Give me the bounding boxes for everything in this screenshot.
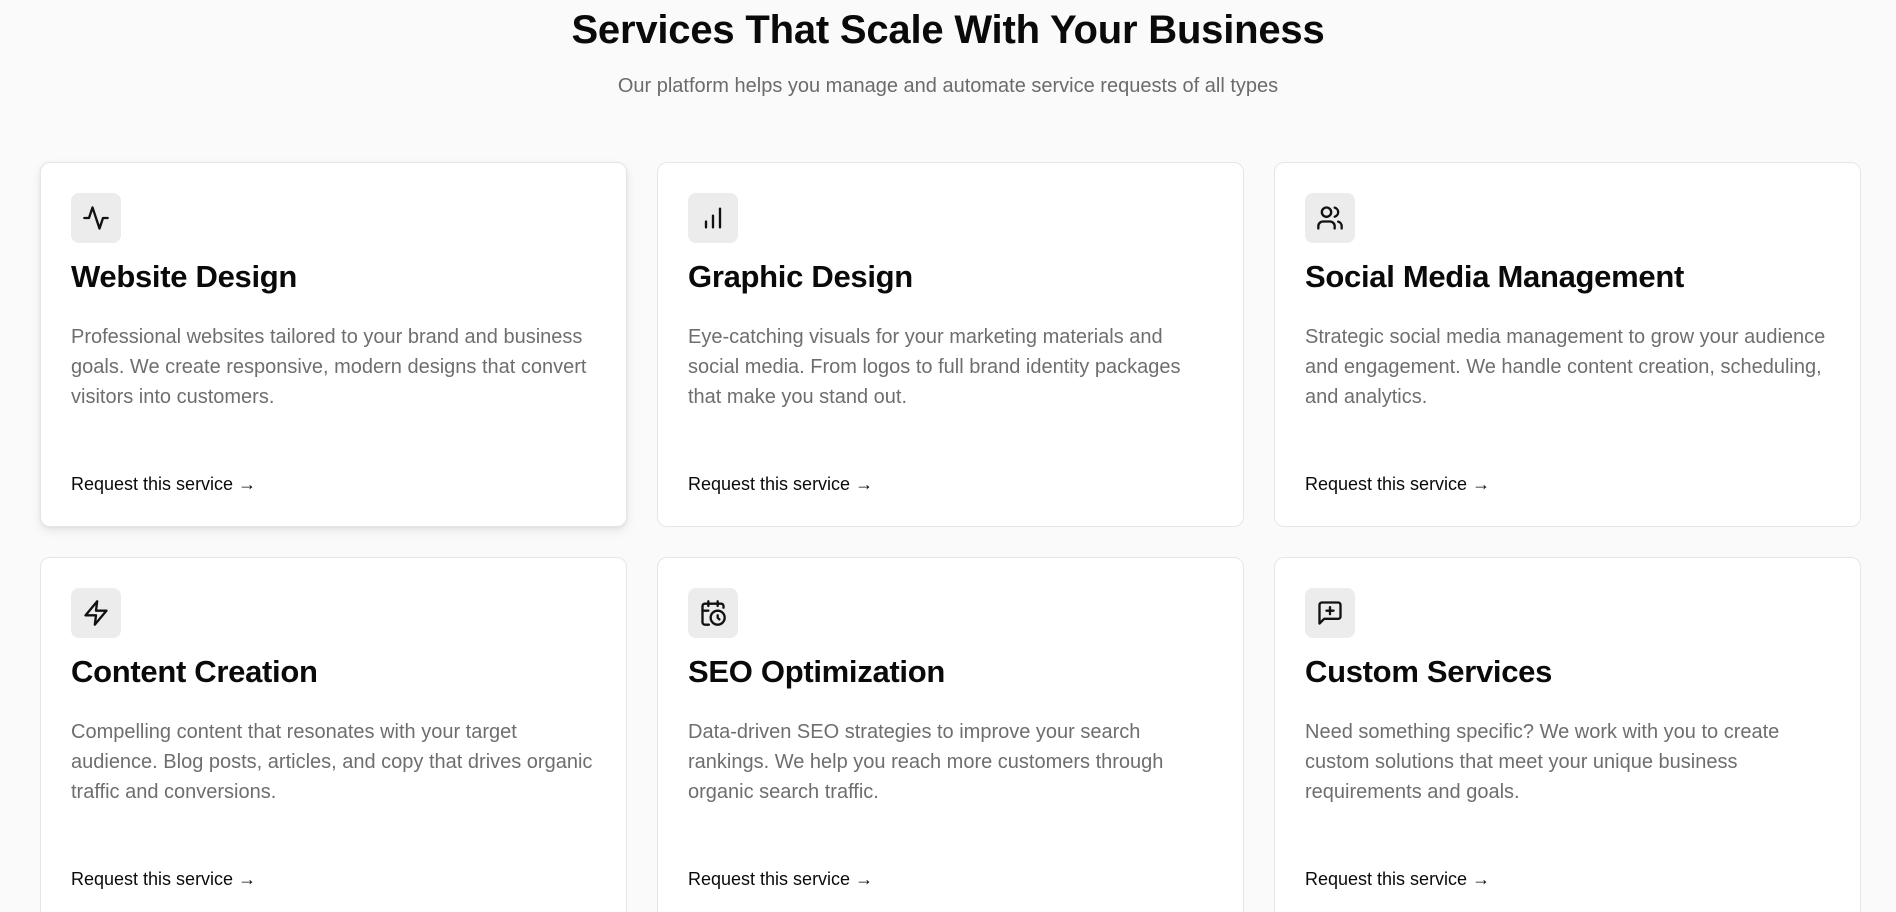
service-title: Content Creation [71, 654, 318, 689]
service-title: Custom Services [1305, 654, 1553, 689]
service-title: Graphic Design [688, 259, 913, 294]
service-title: Website Design [71, 259, 298, 294]
service-description: Compelling content that resonates with y… [71, 721, 593, 803]
service-card-graphic-design[interactable]: Graphic Design Eye-catching visuals for … [657, 162, 1244, 527]
request-service-link[interactable]: Request this service → [71, 472, 256, 496]
bar-chart-icon [688, 193, 738, 243]
service-card-content-creation[interactable]: Content Creation Compelling content that… [40, 557, 627, 912]
service-card-social-media-management[interactable]: Social Media Management Strategic social… [1274, 162, 1861, 527]
service-description: Strategic social media management to gro… [1305, 326, 1826, 408]
service-description: Need something specific? We work with yo… [1305, 721, 1780, 803]
services-grid: Website Design Professional websites tai… [40, 162, 1861, 912]
service-description: Professional websites tailored to your b… [71, 326, 587, 408]
request-service-link[interactable]: Request this service → [1305, 472, 1490, 496]
request-service-link[interactable]: Request this service → [688, 867, 873, 891]
request-service-link[interactable]: Request this service → [71, 867, 256, 891]
service-card-seo-optimization[interactable]: SEO Optimization Data-driven SEO strateg… [657, 557, 1244, 912]
service-title: SEO Optimization [688, 654, 945, 689]
calendar-clock-icon [688, 588, 738, 638]
activity-icon [71, 193, 121, 243]
users-icon [1305, 193, 1355, 243]
section-title: Services That Scale With Your Business [571, 8, 1325, 52]
request-service-link[interactable]: Request this service → [1305, 867, 1490, 891]
service-description: Eye-catching visuals for your marketing … [688, 326, 1181, 408]
message-plus-icon [1305, 588, 1355, 638]
section-subtitle: Our platform helps you manage and automa… [617, 75, 1279, 97]
service-card-custom-services[interactable]: Custom Services Need something specific?… [1274, 557, 1861, 912]
request-service-link[interactable]: Request this service → [688, 472, 873, 496]
services-section: Services That Scale With Your Business O… [0, 0, 1896, 912]
service-title: Social Media Management [1305, 259, 1684, 294]
service-card-website-design[interactable]: Website Design Professional websites tai… [40, 162, 627, 527]
lightning-icon [71, 588, 121, 638]
service-description: Data-driven SEO strategies to improve yo… [688, 721, 1164, 803]
